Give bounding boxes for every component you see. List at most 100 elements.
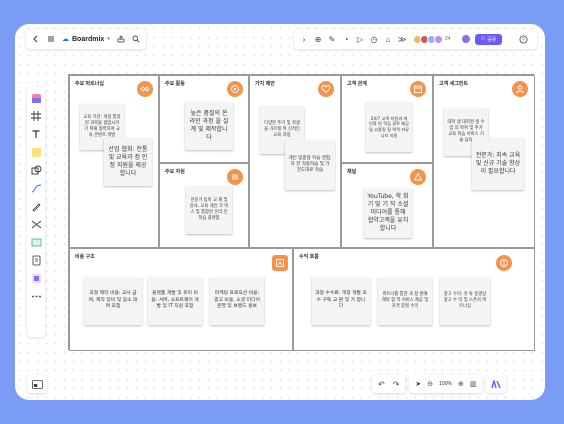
sticky-note[interactable]: 산업 협회: 전통 및 교육과 정 인정 지원을 제공합니다 [104, 138, 152, 186]
top-left-toolbar: ☁ Boardmix ▾ [26, 29, 146, 49]
undo-icon[interactable]: ↶ [378, 380, 385, 389]
sticky-note[interactable]: 과정 수수료: 개정 개발 포 수 구독 교 환 및 가 합니다 [312, 277, 370, 325]
cloud-icon: ☁ [62, 36, 69, 43]
upload-icon[interactable] [117, 35, 125, 43]
minimap-icon [31, 379, 43, 389]
gallery-icon[interactable] [30, 272, 42, 284]
section-customer-segments[interactable]: 고객 세그먼트 대학 생 대학원 생 수업 의 학위 및 추가 교육 학습 서비… [433, 75, 535, 248]
templates-icon[interactable] [30, 92, 42, 104]
share-label: 공유 [487, 36, 497, 43]
sticky-note[interactable]: 전문가: 지속 교육 및 신규 기술 향상이 필요합니다 [472, 138, 524, 190]
add-icon[interactable]: ⊕ [313, 34, 323, 44]
top-right-toolbar: › ⊕ ✎ ◔ ▷ ◷ ⌂ ≫ 24 ⚇ 공유 ? [294, 29, 537, 49]
more-icon[interactable] [30, 290, 42, 302]
minimap-button[interactable] [27, 375, 47, 393]
sticky-note[interactable]: 광고 수익: 유 튜 동영상 광고 수 익 및 스폰서 파트너십 [440, 277, 490, 325]
help-icon[interactable]: ? [518, 34, 528, 44]
sticky-note[interactable]: 24/7 고객 지원과 개인화 된 학습 경로 제공 및 고품질 협 력적 커뮤… [366, 102, 412, 152]
delivery-icon [410, 169, 426, 185]
user-avatar[interactable] [460, 34, 471, 44]
shape-icon[interactable] [30, 164, 42, 176]
bottom-controls: ↶ ↷ ➤ ⊖ 100% ⊕ ▥ [372, 375, 537, 393]
sticky-text: 24/7 고객 지원과 개인화 된 학습 경로 제공 및 고품질 협 력적 커뮤… [369, 115, 409, 138]
share-button[interactable]: ⚇ 공유 [474, 33, 503, 45]
target-icon [227, 81, 243, 97]
section-cost-structure[interactable]: 비용 구조 과정 제작 비용: 교사 급여, 제작 장비 및 장소 대여 포함 … [69, 248, 293, 351]
sticky-text: 다양한 주기 및 학생을 가르칠 혁 신적인 교육 과정 [264, 121, 300, 138]
collaborator-avatars[interactable]: 24 [413, 34, 451, 44]
sticky-text: 높은 품질의 온라인 과정 을 설계 및 제작합니다 [189, 109, 229, 142]
timer-icon[interactable]: ◷ [369, 34, 379, 44]
section-channels[interactable]: 채널 YouTube, 학 회 기 및 기 직 소셜미디어를 통해 협약고객을 … [341, 163, 433, 248]
table-icon[interactable] [30, 236, 42, 248]
sticky-note[interactable]: 마케팅 프로모션 비용: 광고 비용, 소셜 미디어 운영 및 브랜드 홍보 [210, 277, 264, 325]
sticky-note[interactable]: 과정 제작 비용: 교사 급여, 제작 장비 및 장소 대여 포함 [84, 277, 142, 325]
vote-icon[interactable]: ⌂ [383, 34, 393, 44]
zoom-controls: ➤ ⊖ 100% ⊕ ▥ [409, 375, 483, 393]
section-customer-relationships[interactable]: 고객 관계 24/7 고객 지원과 개인화 된 학습 경로 제공 및 고품질 협… [341, 75, 433, 163]
heart-icon [318, 81, 334, 97]
svg-text:?: ? [522, 37, 525, 43]
document-icon[interactable] [30, 254, 42, 266]
back-chevron-icon[interactable] [32, 35, 40, 43]
sticky-note[interactable]: 높은 품질의 온라인 과정 을 설계 및 제작합니다 [185, 102, 233, 150]
section-title: 주요 파트너십 [75, 81, 104, 87]
ai-icon [491, 379, 502, 388]
app-window: ☁ Boardmix ▾ › ⊕ ✎ ◔ ▷ ◷ ⌂ ≫ 24 ⚇ 공유 ? 주… [15, 24, 545, 400]
history-controls: ↶ ↷ [372, 375, 406, 393]
ai-button[interactable] [486, 375, 507, 393]
more-chevron-icon[interactable]: ≫ [397, 34, 407, 44]
section-title: 가치 제안 [255, 81, 275, 87]
brand-logo[interactable]: ☁ Boardmix ▾ [62, 35, 110, 44]
zoom-in-icon[interactable]: ⊕ [458, 380, 464, 388]
sticky-text: 플랫폼 개발 및 유지 비용: 서버, 소프트웨어 개발 및 IT 지원 포함 [151, 291, 199, 310]
sticky-text: 과정 수수료: 개정 개발 포 수 구독 교 환 및 가 합니다 [315, 291, 367, 310]
sticky-text: 전문가: 지속 교육 및 신규 기술 향상이 필요합니다 [475, 151, 521, 176]
zoom-out-icon[interactable]: ⊖ [427, 380, 433, 388]
section-key-resources[interactable]: 주요 자원 전문가 팀이 교 재 및 강사, 교육 개인 코 덱스 및 통합된 … [159, 163, 249, 248]
section-title: 수익 흐름 [299, 254, 319, 260]
calendar-icon [410, 81, 426, 97]
sticky-text: 광고 수익: 유 튜 동영상 광고 수 익 및 스폰서 파트너십 [443, 292, 487, 309]
chevron-down-icon: ▾ [107, 36, 110, 42]
sticky-note[interactable]: 플랫폼 개발 및 유지 비용: 서버, 소프트웨어 개발 및 IT 지원 포함 [148, 277, 202, 325]
brand-name: Boardmix [72, 35, 105, 43]
redo-icon[interactable]: ↷ [393, 380, 400, 389]
menu-icon[interactable] [47, 35, 55, 43]
pen-icon[interactable]: ✎ [327, 34, 337, 44]
cursor-icon[interactable]: ➤ [415, 380, 421, 388]
sticky-note[interactable]: 개인 맞춤형 학습 경험, 자 한 적용학습 및 가 진도대로 학습 [285, 140, 335, 190]
mindmap-icon[interactable] [30, 218, 42, 230]
text-icon[interactable] [30, 128, 42, 140]
present-icon[interactable]: ▷ [355, 34, 365, 44]
collaborator-count: 24 [445, 36, 451, 42]
section-title: 주요 활동 [165, 81, 185, 87]
section-title: 고객 세그먼트 [439, 81, 468, 87]
section-revenue-streams[interactable]: 수익 흐름 과정 수수료: 개정 개발 포 수 구독 교 환 및 가 합니다 파… [293, 248, 535, 351]
cost-icon [272, 255, 288, 271]
pen-icon[interactable] [30, 200, 42, 212]
frame-icon[interactable] [30, 110, 42, 122]
sticky-text: 과정 제작 비용: 교사 급여, 제작 장비 및 장소 대여 포함 [88, 291, 138, 310]
section-title: 채널 [347, 169, 357, 175]
comment-icon[interactable]: ◔ [341, 34, 351, 44]
sticky-note[interactable]: 전문가 팀이 교 재 및 강사, 교육 개인 코 덱스 및 통합된 온라 인 학… [186, 186, 232, 234]
search-icon[interactable] [132, 35, 140, 43]
sticky-text: 파트너를 통한 과 정 판매 해외 협 력 서비스 제공 및 자격 증명 수익 [381, 292, 429, 309]
sticky-note[interactable]: YouTube, 학 회 기 및 기 직 소셜미디어를 통해 협약고객을 유치합… [364, 188, 412, 238]
section-key-partners[interactable]: 주요 파트너십 교육 기관: 개정 통일 된 과목을 협업시키기 위해 협력하여… [69, 75, 159, 248]
sticky-text: 산업 협회: 전통 및 교육과 정 인정 지원을 제공합니다 [108, 145, 148, 178]
book-icon[interactable]: ▥ [470, 380, 477, 388]
section-value-propositions[interactable]: 가치 제안 다양한 주기 및 학생을 가르칠 혁 신적인 교육 과정 개인 맞춤… [249, 75, 341, 248]
sticky-note-icon[interactable] [30, 146, 42, 158]
sticky-text: 개인 맞춤형 학습 경험, 자 한 적용학습 및 가 진도대로 학습 [288, 155, 332, 174]
zoom-level[interactable]: 100% [439, 381, 452, 387]
chevron-right-icon[interactable]: › [299, 34, 309, 44]
section-title: 비용 구조 [75, 254, 95, 260]
revenue-icon [496, 255, 512, 271]
business-model-canvas[interactable]: 주요 파트너십 교육 기관: 개정 통일 된 과목을 협업시키기 위해 협력하여… [68, 74, 535, 351]
left-toolbar [27, 87, 45, 337]
connector-icon[interactable] [30, 182, 42, 194]
section-key-activities[interactable]: 주요 활동 높은 품질의 온라인 과정 을 설계 및 제작합니다 [159, 75, 249, 163]
sticky-note[interactable]: 파트너를 통한 과 정 판매 해외 협 력 서비스 제공 및 자격 증명 수익 [378, 277, 432, 325]
